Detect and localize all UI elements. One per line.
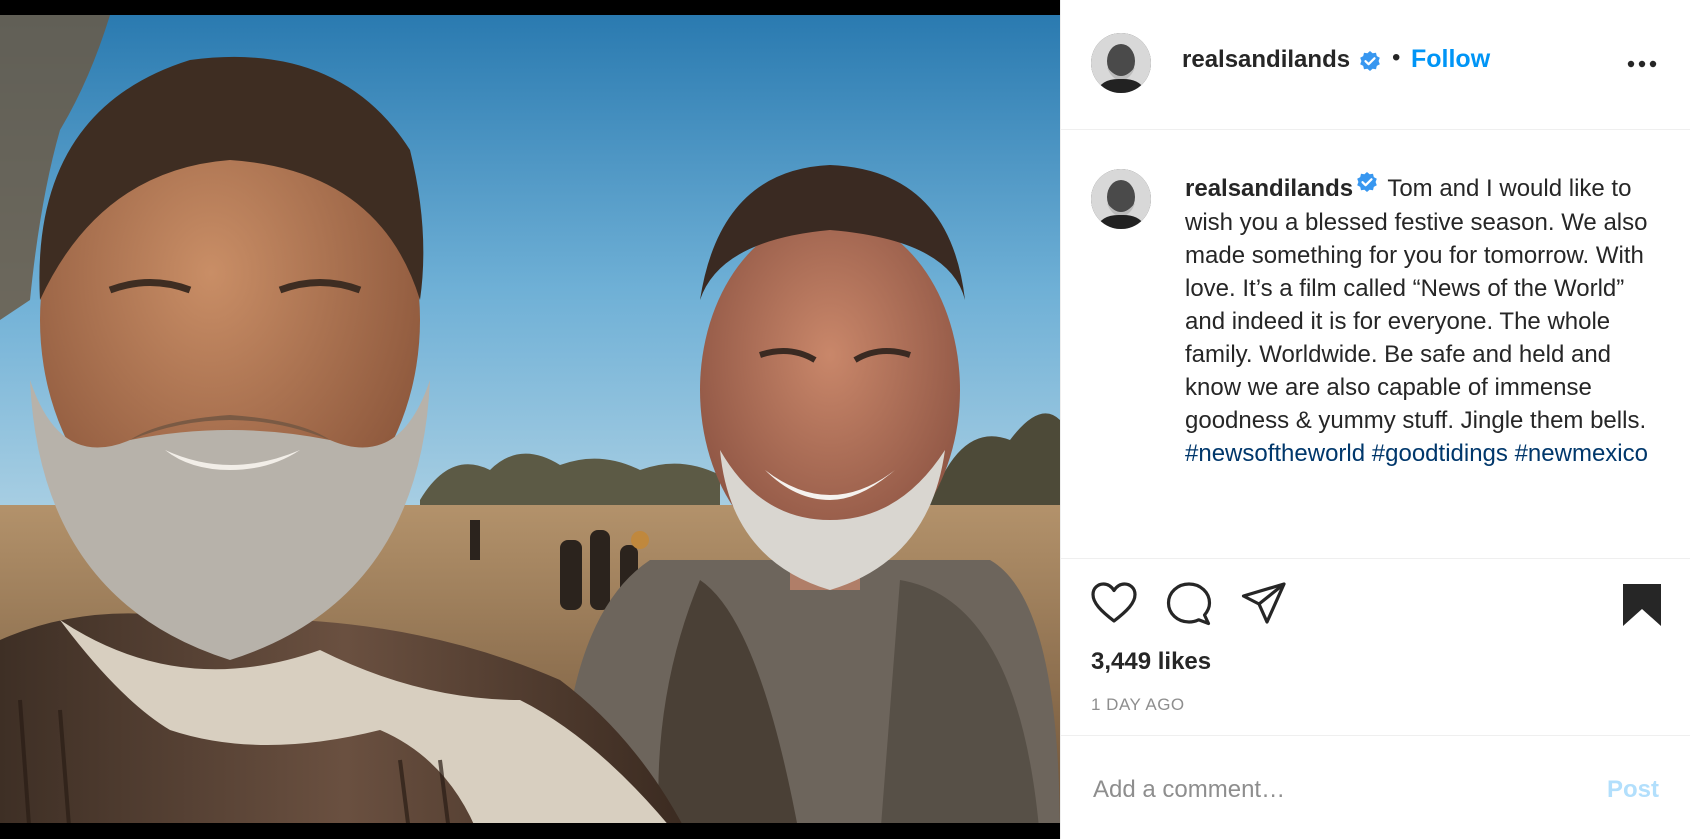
likes-count[interactable]: 3,449 likes: [1091, 648, 1211, 676]
caption-avatar[interactable]: [1091, 169, 1151, 229]
post-sidebar: realsandilands • Follow realsandilands T…: [1060, 0, 1690, 839]
comment-input[interactable]: [1091, 772, 1555, 808]
caption-body: Tom and I would like to wish you a bless…: [1185, 175, 1648, 435]
post-actions: 3,449 likes 1 DAY AGO: [1061, 560, 1690, 736]
paper-plane-icon[interactable]: [1241, 582, 1287, 631]
post-caption: realsandilands Tom and I would like to w…: [1061, 131, 1690, 559]
hashtag-link[interactable]: #newmexico: [1515, 440, 1648, 467]
caption-text: realsandilands Tom and I would like to w…: [1185, 172, 1660, 470]
header-separator: •: [1392, 44, 1401, 71]
hashtag-link[interactable]: #newsoftheworld: [1185, 440, 1365, 467]
comment-bar: Post: [1061, 736, 1690, 839]
caption-username[interactable]: realsandilands: [1185, 175, 1353, 202]
post-header: realsandilands • Follow: [1061, 0, 1690, 130]
comment-bubble-icon[interactable]: [1166, 582, 1212, 631]
bookmark-filled-icon[interactable]: [1621, 582, 1663, 633]
more-options-icon[interactable]: [1627, 56, 1657, 74]
verified-badge-icon: [1358, 50, 1382, 79]
author-avatar[interactable]: [1091, 33, 1151, 93]
post-timestamp[interactable]: 1 DAY AGO: [1091, 695, 1185, 715]
avatar-image: [1091, 33, 1151, 93]
post-photo-image: [0, 0, 1060, 839]
heart-icon[interactable]: [1091, 582, 1137, 629]
verified-badge-icon: [1355, 171, 1379, 204]
post-photo[interactable]: [0, 0, 1060, 839]
avatar-image: [1091, 169, 1151, 229]
author-username[interactable]: realsandilands: [1182, 46, 1350, 74]
follow-button[interactable]: Follow: [1411, 45, 1490, 74]
hashtag-link[interactable]: #goodtidings: [1372, 440, 1508, 467]
post-comment-button[interactable]: Post: [1607, 776, 1659, 804]
